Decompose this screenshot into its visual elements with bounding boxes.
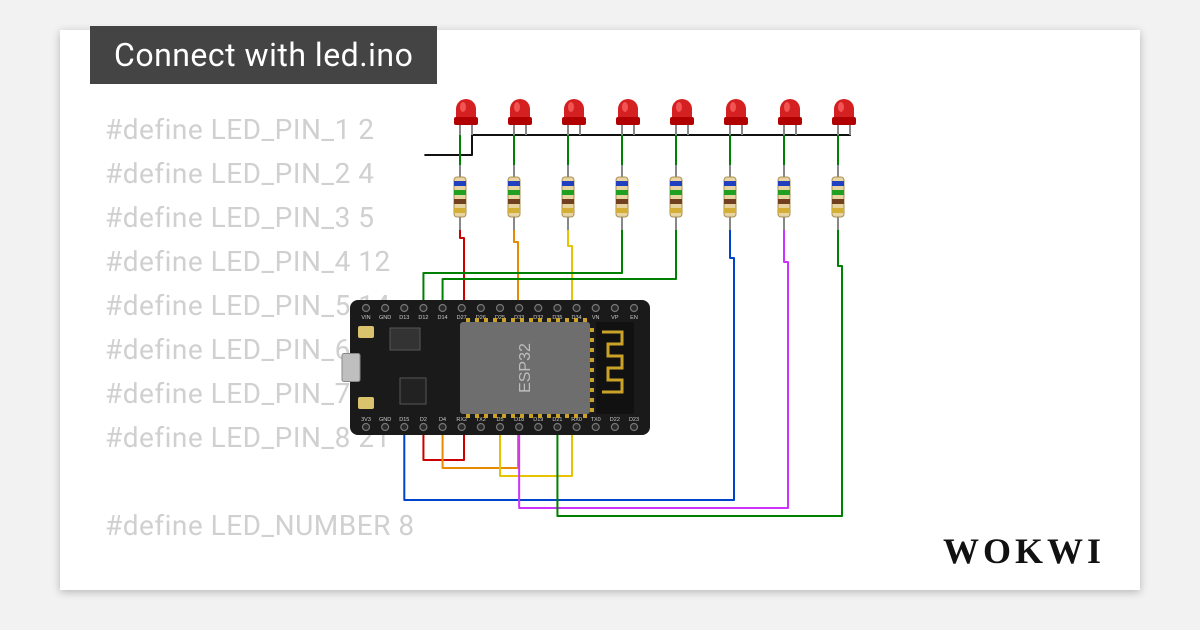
svg-text:D4: D4 <box>439 417 446 423</box>
svg-text:D34: D34 <box>572 315 582 321</box>
logo-text: WOKWI <box>943 531 1105 571</box>
svg-text:VP: VP <box>611 315 619 321</box>
svg-text:D12: D12 <box>418 315 428 321</box>
project-title: Connect with led.ino <box>114 36 413 74</box>
resistor <box>562 165 574 230</box>
svg-text:RX0: RX0 <box>571 417 582 423</box>
svg-text:D21: D21 <box>552 417 562 423</box>
svg-text:D35: D35 <box>552 315 562 321</box>
led-red <box>670 99 694 135</box>
svg-text:RX2: RX2 <box>456 417 467 423</box>
led-red <box>832 99 856 135</box>
led-red <box>616 99 640 135</box>
svg-text:VN: VN <box>592 315 600 321</box>
led-red <box>562 99 586 135</box>
svg-text:D32: D32 <box>533 315 543 321</box>
led-red <box>454 99 478 135</box>
svg-text:TX2: TX2 <box>476 417 486 423</box>
resistor <box>724 165 736 230</box>
led-red <box>724 99 748 135</box>
resistor <box>454 165 466 230</box>
svg-text:D23: D23 <box>629 417 639 423</box>
svg-text:D5: D5 <box>496 417 503 423</box>
svg-text:D22: D22 <box>610 417 620 423</box>
led-red <box>778 99 802 135</box>
resistor <box>778 165 790 230</box>
svg-text:D2: D2 <box>420 417 427 423</box>
title-tab: Connect with led.ino <box>90 26 437 84</box>
resistor <box>832 165 844 230</box>
project-card: Connect with led.ino #define LED_PIN_1 2… <box>60 30 1140 590</box>
led-red <box>508 99 532 135</box>
svg-text:D26: D26 <box>476 315 486 321</box>
svg-text:D19: D19 <box>533 417 543 423</box>
svg-text:D14: D14 <box>438 315 448 321</box>
svg-text:D25: D25 <box>495 315 505 321</box>
svg-text:D18: D18 <box>514 417 524 423</box>
wires-layer <box>404 133 850 516</box>
svg-text:EN: EN <box>630 315 638 321</box>
svg-text:D33: D33 <box>514 315 524 321</box>
svg-text:D27: D27 <box>457 315 467 321</box>
resistor <box>670 165 682 230</box>
resistor <box>616 165 628 230</box>
code-background: #define LED_PIN_1 2 #define LED_PIN_2 4 … <box>105 108 415 548</box>
resistor <box>508 165 520 230</box>
svg-text:TX0: TX0 <box>591 417 601 423</box>
wokwi-logo: WOKWI <box>943 530 1105 572</box>
svg-text:ESP32: ESP32 <box>517 343 534 393</box>
